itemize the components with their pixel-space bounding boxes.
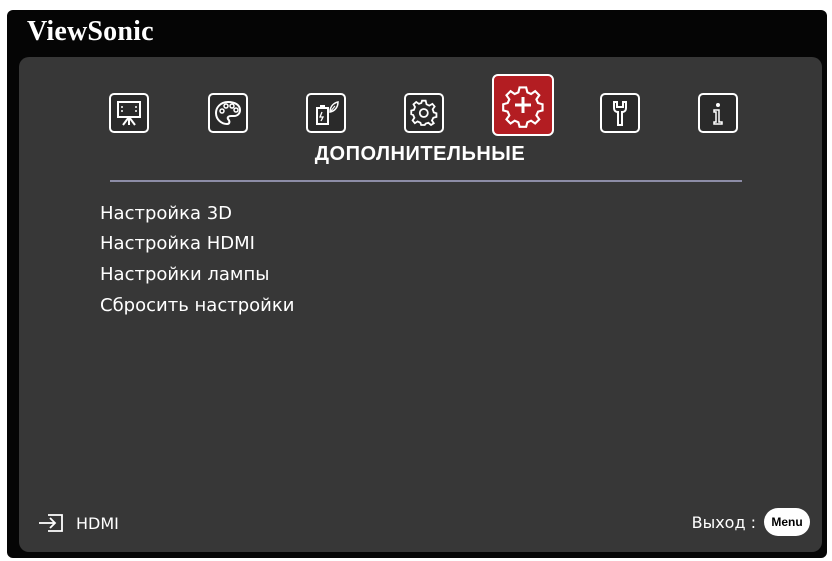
input-source: HDMI (38, 512, 119, 534)
menu-button[interactable]: Menu (764, 508, 810, 536)
tab-system[interactable] (600, 93, 640, 133)
tab-display[interactable] (109, 93, 149, 133)
tab-settings[interactable] (404, 93, 444, 133)
menu-item-lamp-settings[interactable]: Настройки лампы (100, 262, 269, 288)
exit-label: Выход : (691, 512, 756, 532)
tab-information[interactable] (698, 93, 738, 133)
title-divider (110, 180, 742, 182)
gear-icon (410, 99, 438, 127)
wrench-icon (613, 101, 627, 126)
menu-item-3d-settings[interactable]: Настройка 3D (100, 201, 232, 227)
advanced-gear-plus-icon (502, 86, 544, 128)
tab-power[interactable] (306, 93, 346, 133)
power-leaf-icon (316, 101, 339, 125)
page-title: ДОПОЛНИТЕЛЬНЫЕ (314, 143, 526, 165)
exit-hint: Выход : Menu (692, 508, 810, 536)
menu-item-reset-settings[interactable]: Сбросить настройки (100, 293, 294, 319)
input-source-label: HDMI (76, 513, 119, 533)
brand-logo: ViewSonic (27, 16, 154, 47)
input-source-icon (39, 514, 63, 532)
menu-item-hdmi-settings[interactable]: Настройка HDMI (100, 231, 255, 257)
display-icon (117, 101, 141, 126)
palette-icon (214, 100, 242, 126)
tab-advanced[interactable] (492, 74, 554, 136)
tab-color[interactable] (208, 93, 248, 133)
info-icon (713, 103, 723, 125)
